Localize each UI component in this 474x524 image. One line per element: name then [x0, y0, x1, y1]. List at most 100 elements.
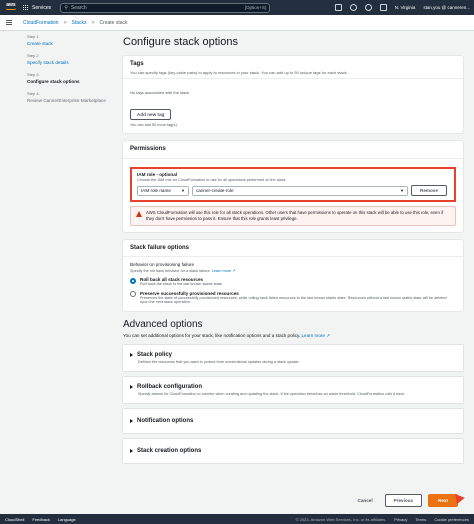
terms-link[interactable]: Terms — [415, 517, 426, 522]
caret-right-icon — [130, 448, 133, 453]
radio-description: Roll back the stack to the last known st… — [140, 282, 223, 286]
cloudshell-icon[interactable] — [334, 4, 342, 11]
failure-options-card: Stack failure options Behavior on provis… — [123, 240, 463, 311]
caret-down-icon: ▼ — [181, 188, 185, 193]
behavior-desc-text: Specify the roll back behavior for a sta… — [130, 269, 211, 273]
expander-rollback-configuration[interactable]: Rollback configuration Specify alarms fo… — [123, 376, 463, 403]
caret-right-icon — [130, 418, 133, 423]
step-link-specify-details[interactable]: Specify stack details — [27, 60, 107, 65]
privacy-link[interactable]: Privacy — [394, 517, 407, 522]
radio-rollback-all[interactable]: Roll back all stack resources Roll back … — [130, 277, 456, 287]
breadcrumb-cloudformation[interactable]: CloudFormation — [23, 20, 59, 26]
expander-title: Stack creation options — [137, 447, 202, 454]
iam-role-highlight: IAM role - optional Choose the IAM role … — [130, 167, 456, 202]
services-menu[interactable]: Services — [23, 4, 52, 11]
expander-stack-policy[interactable]: Stack policy Defines the resources that … — [123, 344, 463, 371]
role-warning: AWS CloudFormation will use this role fo… — [130, 206, 456, 226]
breadcrumb: CloudFormation > Stacks > Create stack — [0, 15, 474, 31]
region-selector[interactable]: N. Virginia — [395, 5, 416, 10]
copyright: © 2023, Amazon Web Services, Inc. or its… — [295, 516, 387, 522]
next-button-label: Next — [438, 498, 448, 503]
breadcrumb-separator: > — [63, 19, 67, 26]
breadcrumb-separator: > — [91, 19, 95, 26]
radio-preserve[interactable]: Preserve successfully provisioned resour… — [130, 291, 456, 305]
tags-title: Tags — [130, 61, 144, 67]
expander-notification-options[interactable]: Notification options — [123, 408, 463, 433]
page-title: Configure stack options — [123, 36, 238, 48]
behavior-label: Behavior on provisioning failure — [130, 262, 195, 267]
external-link-icon: ↗ — [326, 332, 331, 338]
iam-role-label: IAM role - optional — [137, 172, 178, 177]
external-link-icon: ↗ — [232, 269, 236, 273]
permissions-card: Permissions IAM role - optional Choose t… — [123, 141, 463, 232]
step-4: Step 4 Review CannerEnterprise-Marketpla… — [27, 91, 107, 104]
tags-hint: You can add 50 more tag(s). — [130, 123, 178, 127]
add-tag-button[interactable]: Add new tag — [130, 109, 172, 120]
step-review: Review CannerEnterprise-Marketplace — [27, 98, 106, 103]
top-nav: aws Services ⚲ Search [Option+S] N. Virg… — [0, 0, 474, 15]
caret-right-icon — [130, 352, 133, 357]
radio-unselected[interactable] — [130, 291, 136, 297]
grid-icon — [23, 4, 29, 11]
search-icon: ⚲ — [64, 4, 68, 11]
menu-icon[interactable] — [6, 20, 12, 25]
caret-right-icon — [130, 384, 133, 389]
learn-more-link[interactable]: Learn more — [302, 333, 326, 338]
tags-description: You can specify tags (key-value pairs) t… — [130, 70, 348, 75]
advanced-desc-text: You can set additional options for your … — [123, 332, 301, 338]
radio-selected[interactable] — [130, 277, 136, 284]
radio-description: Preserves the state of successfully prov… — [140, 295, 447, 305]
account-menu[interactable]: stan.you @ canneren... — [423, 5, 470, 10]
wizard-actions: Cancel Previous Next — [352, 490, 465, 507]
advanced-description: You can set additional options for your … — [123, 333, 463, 339]
breadcrumb-stacks[interactable]: Stacks — [72, 20, 87, 26]
aws-logo-text: aws — [6, 1, 16, 8]
warning-text: AWS CloudFormation will use this role fo… — [146, 210, 444, 221]
search-input[interactable]: ⚲ Search [Option+S] — [60, 2, 271, 13]
cookie-preferences-link[interactable]: Cookie preferences — [434, 517, 469, 522]
warning-icon — [136, 211, 142, 217]
iam-role-name-value: canner-create-role — [196, 188, 234, 193]
breadcrumb-current: Create stack — [99, 19, 128, 26]
advanced-title: Advanced options — [123, 318, 203, 330]
step-link-create-stack[interactable]: Create stack — [27, 41, 107, 46]
failure-title: Stack failure options — [130, 245, 190, 251]
tags-card: Tags You can specify tags (key-value pai… — [123, 56, 463, 133]
services-label: Services — [32, 4, 52, 11]
cloudshell-link[interactable]: CloudShell — [5, 517, 24, 522]
search-placeholder: Search — [70, 4, 87, 11]
learn-more-link[interactable]: Learn more — [212, 269, 231, 273]
behavior-description: Specify the roll back behavior for a sta… — [130, 268, 456, 273]
step-number: Step 1 — [27, 34, 39, 39]
feedback-link[interactable]: Feedback — [32, 517, 50, 522]
expander-title: Rollback configuration — [137, 383, 203, 390]
tags-empty-text: No tags associated with the stack. — [130, 90, 191, 95]
iam-role-description: Choose the IAM role for CloudFormation t… — [137, 178, 287, 182]
remove-role-button[interactable]: Remove — [411, 185, 447, 196]
iam-role-type-select[interactable]: IAM role name ▼ — [137, 185, 189, 196]
cancel-button[interactable]: Cancel — [352, 495, 379, 506]
iam-role-name-select[interactable]: canner-create-role ▼ — [192, 185, 408, 196]
settings-icon[interactable] — [379, 4, 387, 11]
language-link[interactable]: Language — [58, 517, 76, 522]
step-1: Step 1 Create stack — [27, 34, 107, 46]
step-number: Step 2 — [27, 53, 39, 58]
footer: CloudShell Feedback Language © 2023, Ama… — [0, 514, 474, 524]
step-2: Step 2 Specify stack details — [27, 53, 107, 65]
pointer-arrow-icon — [451, 490, 465, 505]
main-content: Configure stack options Tags You can spe… — [123, 36, 463, 469]
next-button[interactable]: Next — [428, 490, 465, 507]
expander-description: Defines the resources that you want to p… — [138, 359, 300, 364]
wizard-steps: Step 1 Create stack Step 2 Specify stack… — [27, 34, 107, 111]
aws-logo[interactable]: aws — [4, 1, 18, 13]
help-icon[interactable] — [364, 4, 372, 11]
step-number: Step 4 — [27, 91, 39, 96]
step-current: Configure stack options — [27, 79, 80, 84]
caret-down-icon: ▼ — [400, 188, 404, 193]
expander-stack-creation-options[interactable]: Stack creation options — [123, 438, 463, 463]
step-number: Step 3 — [27, 72, 39, 77]
step-3: Step 3 Configure stack options — [27, 72, 107, 84]
previous-button[interactable]: Previous — [384, 494, 423, 507]
notifications-icon[interactable] — [349, 4, 357, 11]
expander-title: Stack policy — [137, 351, 173, 358]
